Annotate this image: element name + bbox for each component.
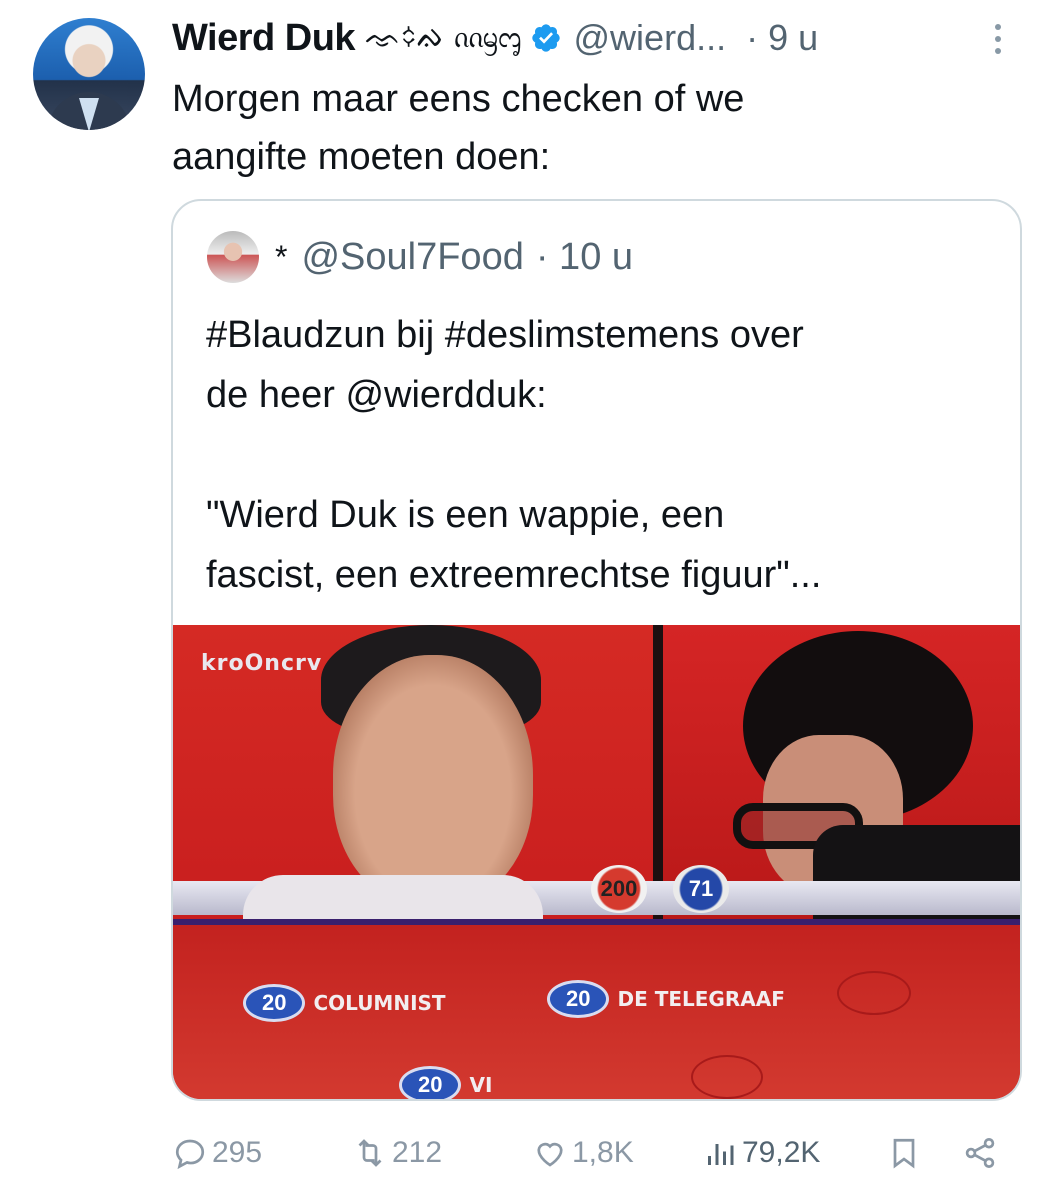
more-icon[interactable] [988, 24, 1008, 60]
quoted-tweet[interactable]: * @Soul7Food · 10 u #Blaudzun bij #desli… [171, 199, 1022, 1101]
author-name[interactable]: Wierd Duk [172, 17, 356, 60]
media-left-head [333, 655, 533, 905]
answer-points: 20 [243, 984, 306, 1022]
reply-count: 295 [212, 1136, 263, 1169]
share-button[interactable] [962, 1128, 998, 1178]
views-count: 79,2K [742, 1136, 821, 1169]
views-button[interactable]: 79,2K [702, 1128, 820, 1178]
quoted-author-name: * [275, 238, 288, 275]
reply-button[interactable]: 295 [172, 1128, 262, 1178]
answer-item: 20 COLUMNIST [243, 983, 446, 1023]
empty-answer-slot [837, 971, 911, 1015]
repost-button[interactable]: 212 [352, 1128, 442, 1178]
quoted-handle: @Soul7Food [301, 235, 524, 278]
share-icon [965, 1138, 995, 1168]
quoted-header: * @Soul7Food · 10 u [207, 231, 633, 283]
author-name-decoration: ᨎ᨟ᨁ ᦶᦙᧅ [365, 19, 522, 55]
media-divider [653, 625, 663, 925]
empty-answer-slot [691, 1055, 763, 1099]
score-right: 71 [673, 865, 729, 913]
like-count: 1,8K [572, 1136, 634, 1169]
views-icon [708, 1144, 734, 1165]
quoted-time: · 10 u [535, 235, 634, 278]
quoted-media-image[interactable]: kroOncrv 200 71 20 COLUMNIST 20 DE TELEG… [173, 625, 1020, 1099]
author-avatar[interactable] [33, 18, 145, 130]
score-left: 200 [591, 865, 647, 913]
answer-label: DE TELEGRAAF [617, 987, 785, 1011]
like-button[interactable]: 1,8K [532, 1128, 634, 1178]
answer-label: VI [469, 1073, 493, 1097]
tweet-header: Wierd Duk ᨎ᨟ᨁ ᦶᦙᧅ @wierd... · 9 u [172, 14, 818, 62]
answer-label: COLUMNIST [313, 991, 446, 1015]
repost-count: 212 [392, 1136, 443, 1169]
repost-icon [358, 1139, 382, 1167]
broadcaster-logo: kroOncrv [201, 651, 323, 676]
bookmark-icon [893, 1138, 915, 1169]
author-handle[interactable]: @wierd... [574, 17, 727, 59]
tweet-time[interactable]: · 9 u [746, 17, 818, 59]
answer-item: 20 VI [399, 1065, 493, 1099]
tweet-actions: 295 212 1,8K 79,2K [172, 1128, 1032, 1178]
answer-points: 20 [547, 980, 610, 1018]
reply-icon [175, 1139, 205, 1170]
bookmark-button[interactable] [886, 1128, 922, 1178]
quoted-text: #Blaudzun bij #deslimstemens over de hee… [206, 314, 822, 596]
like-icon [537, 1142, 563, 1167]
verified-icon [531, 24, 560, 52]
answer-item: 20 DE TELEGRAAF [547, 979, 785, 1019]
quoted-avatar [207, 231, 259, 283]
answer-points: 20 [399, 1066, 462, 1099]
tweet-text: Morgen maar eens checken of we aangifte … [172, 78, 745, 178]
